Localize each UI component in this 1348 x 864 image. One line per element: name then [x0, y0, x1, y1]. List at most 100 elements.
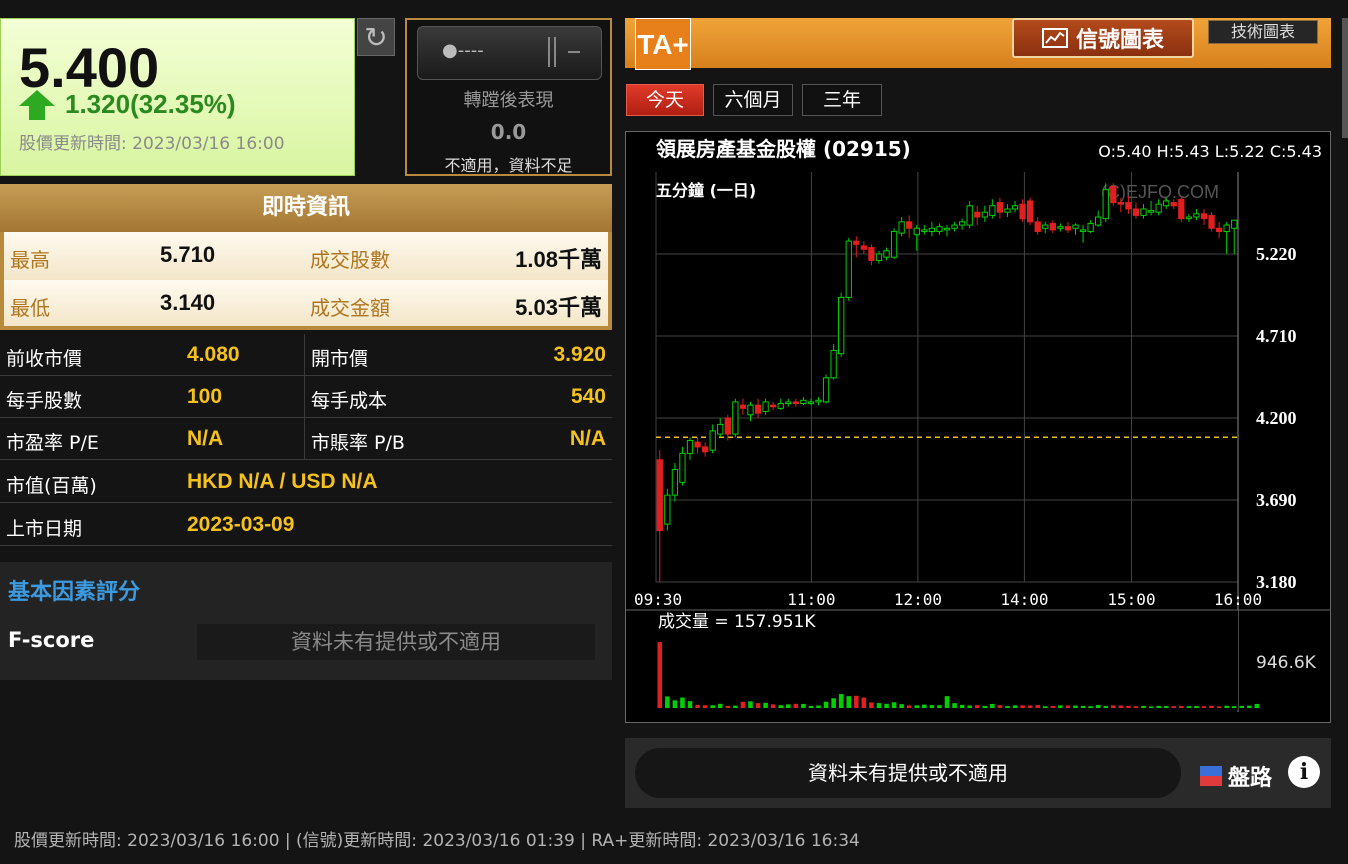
candle-body: [1026, 200, 1034, 223]
volume-bar: [1148, 706, 1154, 708]
volume-bar: [1111, 705, 1116, 708]
volume-bar: [861, 697, 867, 708]
y-tick-label: 5.220: [1256, 244, 1297, 264]
tab-six-months[interactable]: 六個月: [713, 84, 793, 116]
volume-label: 成交量 = 157.951K: [658, 612, 816, 632]
order-book-toggle[interactable]: 盤路: [1200, 760, 1272, 792]
volume-bar: [959, 704, 965, 708]
fscore-value: 資料未有提供或不適用: [197, 624, 595, 660]
candle-body: [747, 404, 754, 416]
refresh-button[interactable]: ↻: [357, 18, 395, 56]
volume-bar: [1209, 705, 1214, 708]
volume-bar: [944, 696, 950, 708]
volume-bar: [1163, 706, 1169, 708]
signal-chart-button[interactable]: 信號圖表: [1012, 18, 1194, 58]
volume-bar: [1179, 705, 1184, 708]
x-tick-label: 14:00: [1000, 590, 1048, 609]
candle-body: [1215, 227, 1223, 232]
candle-body: [890, 230, 898, 258]
listing-date-label: 上市日期: [6, 518, 83, 540]
candle-body: [936, 226, 943, 232]
y-tick-label: 3.690: [1256, 490, 1297, 510]
after-split-panel: ●---- 轉蹚後表現 0.0 不適用，資料不足: [405, 18, 612, 176]
lot-cost-value: 540: [570, 385, 606, 408]
candle-body: [1223, 224, 1230, 232]
volume-bar: [770, 704, 776, 708]
fundamental-panel: 基本因素評分 F-score 資料未有提供或不適用: [0, 562, 612, 680]
volume-bar: [1065, 705, 1071, 708]
volume-bar: [1216, 706, 1222, 708]
candle-body: [754, 404, 762, 414]
candle-body: [921, 229, 928, 232]
candle-body: [822, 377, 830, 403]
lot-cost-label: 每手成本: [311, 390, 388, 412]
order-book-icon: [1200, 766, 1222, 786]
scrollbar[interactable]: [1342, 18, 1348, 138]
candle-body: [1147, 210, 1155, 213]
candle-body: [1155, 203, 1162, 213]
volume-bar: [1080, 705, 1086, 708]
volume-bar: [1050, 706, 1056, 708]
candle-body: [1095, 216, 1102, 226]
price-update-time: 股價更新時間: 2023/03/16 16:00: [19, 134, 285, 154]
price-change: 1.320(32.35%): [19, 89, 236, 120]
volume-bar: [1254, 703, 1260, 708]
candle-body: [906, 221, 913, 229]
volume-bar: [1141, 705, 1146, 708]
volume-bar: [906, 705, 912, 708]
volume-bar: [922, 704, 927, 708]
info-icon[interactable]: i: [1288, 756, 1320, 788]
stat-row-listing: 上市日期 2023-03-09: [0, 504, 612, 546]
volume-bar: [1231, 706, 1237, 708]
fundamental-title: 基本因素評分: [8, 580, 141, 605]
pe-value: N/A: [187, 427, 224, 450]
price-chart: (C)EJFQ.COM 5.220 4.710 4.200 3.690 3.180 09:…: [625, 131, 1331, 723]
split-toggle[interactable]: ●----: [417, 26, 602, 80]
volume-bar: [748, 701, 753, 708]
turnover-value: 5.03千萬: [515, 295, 602, 320]
change-value: 1.320(32.35%): [65, 89, 236, 119]
volume-bar: [755, 703, 761, 708]
y-tick-label: 3.180: [1256, 572, 1297, 592]
fscore-label: F-score: [8, 628, 95, 652]
stat-row-close-open: 前收市價 4.080 開市價 3.920: [0, 334, 612, 376]
candle-body: [1011, 205, 1019, 210]
live-row-low: 最低 3.140 成交金額 5.03千萬: [0, 280, 612, 330]
live-info-title: 即時資訊: [0, 184, 612, 232]
prev-close-label: 前收市價: [6, 348, 83, 370]
footer-update-times: 股價更新時間: 2023/03/16 16:00 | (信號)更新時間: 202…: [14, 831, 860, 851]
arrow-up-icon: [19, 89, 55, 120]
low-label: 最低: [10, 296, 50, 320]
candle-body: [1117, 202, 1124, 205]
split-toggle-label: ●----: [442, 40, 484, 61]
signal-chart-label: 信號圖表: [1075, 28, 1164, 53]
candle-body: [1193, 213, 1200, 218]
volume-bar: [717, 703, 723, 708]
candle-body: [1163, 200, 1170, 207]
x-tick-label: 15:00: [1107, 590, 1155, 609]
volume-bar: [725, 705, 731, 708]
candle-body: [679, 452, 686, 483]
volume-bar: [763, 702, 768, 708]
volume-bar: [884, 703, 889, 708]
candle-body: [845, 240, 852, 298]
tab-today[interactable]: 今天: [626, 84, 704, 116]
volume-bar: [854, 695, 859, 708]
pb-value: N/A: [569, 427, 606, 450]
candle-body: [762, 401, 769, 413]
candle-body: [800, 399, 807, 405]
volume-bar: [823, 701, 829, 708]
lot-size-label: 每手股數: [6, 390, 83, 412]
volume-bar: [1171, 706, 1177, 708]
tab-three-years[interactable]: 三年: [802, 84, 882, 116]
technical-chart-button[interactable]: 技術圖表: [1208, 20, 1318, 44]
volume-bar: [974, 705, 980, 708]
volume-label: 成交股數: [310, 248, 390, 272]
volume-bar: [967, 705, 972, 708]
candle-body: [989, 205, 996, 216]
candle-body: [898, 221, 905, 234]
listing-date-value: 2023-03-09: [187, 513, 295, 536]
volume-bar: [1126, 705, 1131, 708]
volume-bar: [869, 702, 874, 708]
candle-body: [913, 227, 920, 236]
